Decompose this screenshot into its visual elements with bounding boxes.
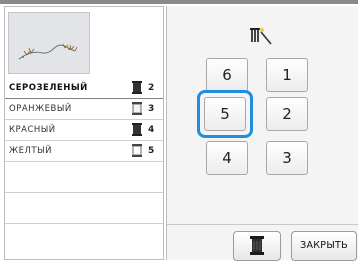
thread-name: КРАСНЫЙ <box>9 125 56 135</box>
thread-row-1[interactable]: СЕРОЗЕЛЕНЫЙ 2 <box>5 78 163 99</box>
thread-row-2[interactable]: ОРАНЖЕВЫЙ 3 <box>5 99 163 120</box>
top-border <box>0 0 358 4</box>
needle-button-2[interactable]: 2 <box>266 97 308 131</box>
needle-button-3[interactable]: 3 <box>266 141 308 175</box>
needle-number: 5 <box>148 146 155 156</box>
needle-button-1[interactable]: 1 <box>266 58 308 92</box>
embroidery-needle-settings-screen: СЕРОЗЕЛЕНЫЙ 2 ОРАНЖЕВЫЙ 3 КРАСНЫЙ 4 ЖЕЛТ… <box>0 0 358 261</box>
needle-number: 2 <box>148 83 155 93</box>
thread-name: ЖЕЛТЫЙ <box>9 146 52 156</box>
needle-number: 4 <box>148 125 155 135</box>
thread-row-4[interactable]: ЖЕЛТЫЙ 5 <box>5 141 163 162</box>
thread-name: ОРАНЖЕВЫЙ <box>9 104 72 114</box>
thread-spool-button[interactable] <box>233 231 281 261</box>
needle-number: 3 <box>148 104 155 114</box>
thread-panel: СЕРОЗЕЛЕНЫЙ 2 ОРАНЖЕВЫЙ 3 КРАСНЫЙ 4 ЖЕЛТ… <box>4 6 164 260</box>
thread-spool-icon <box>132 81 142 94</box>
empty-row <box>5 193 163 224</box>
design-preview <box>8 12 90 74</box>
thread-name: СЕРОЗЕЛЕНЫЙ <box>9 83 88 93</box>
thread-row-3[interactable]: КРАСНЫЙ 4 <box>5 120 163 141</box>
thread-spool-icon <box>132 144 142 157</box>
needle-button-5[interactable]: 5 <box>204 97 246 131</box>
thread-spool-icon <box>250 236 264 255</box>
needle-button-6[interactable]: 6 <box>206 58 248 92</box>
close-button[interactable]: ЗАКРЫТЬ <box>291 231 357 261</box>
needle-select-panel: 6 1 5 2 4 3 ЗАКРЫТЬ <box>166 6 358 261</box>
empty-row <box>5 162 163 193</box>
thread-spool-icon <box>132 102 142 115</box>
needle-button-4[interactable]: 4 <box>206 141 248 175</box>
embroidery-design-icon <box>18 43 78 60</box>
thread-spool-icon <box>132 123 142 136</box>
needle-bar-wand-icon <box>250 27 272 45</box>
footer-divider <box>167 224 358 225</box>
thread-color-list: СЕРОЗЕЛЕНЫЙ 2 ОРАНЖЕВЫЙ 3 КРАСНЫЙ 4 ЖЕЛТ… <box>5 78 163 224</box>
